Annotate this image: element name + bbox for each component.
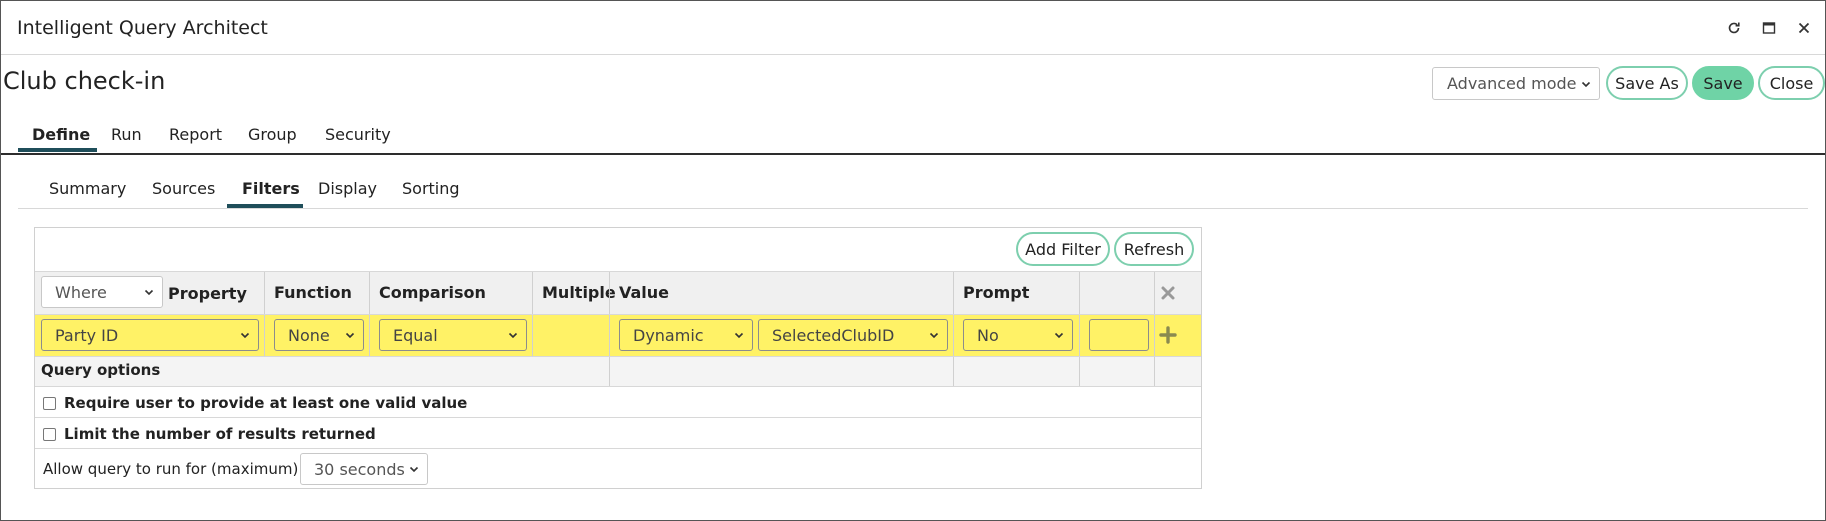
function-select[interactable]: None — [274, 319, 364, 351]
subtab-summary[interactable]: Summary — [49, 179, 126, 198]
property-select-value: Party ID — [55, 325, 119, 345]
delete-filter-icon[interactable] — [1160, 285, 1176, 301]
chevron-down-icon — [1581, 81, 1591, 87]
filter-header-row: Where Property Function Comparison Multi… — [35, 272, 1201, 314]
column-header-multiple: Multiple — [542, 283, 616, 302]
subtab-sources[interactable]: Sources — [152, 179, 215, 198]
function-select-value: None — [288, 325, 330, 345]
save-as-button[interactable]: Save As — [1606, 66, 1688, 100]
tab-run[interactable]: Run — [111, 125, 142, 144]
active-tab-indicator — [18, 148, 97, 152]
subtab-sorting[interactable]: Sorting — [402, 179, 460, 198]
mode-select-value: Advanced mode — [1447, 74, 1577, 93]
column-divider — [1079, 272, 1080, 386]
value-type-select-value: Dynamic — [633, 325, 704, 345]
chevron-down-icon — [508, 332, 518, 339]
subtab-display[interactable]: Display — [318, 179, 377, 198]
comparison-select-value: Equal — [393, 325, 438, 345]
prompt-select-value: No — [977, 325, 999, 345]
close-icon[interactable] — [1794, 18, 1814, 38]
title-bar: Intelligent Query Architect — [1, 1, 1825, 55]
chevron-down-icon — [409, 466, 419, 473]
divider — [35, 417, 1201, 418]
tab-define[interactable]: Define — [32, 125, 90, 144]
add-row-icon[interactable] — [1159, 326, 1177, 344]
main-tabs: Define Run Report Group Security — [1, 115, 1825, 155]
require-valid-value-option: Require user to provide at least one val… — [43, 394, 467, 412]
filters-panel: Add Filter Refresh Where Property Functi… — [34, 227, 1202, 489]
filter-row: Party ID None Equal Dynamic SelectedClub… — [35, 314, 1201, 356]
prompt-select[interactable]: No — [963, 319, 1073, 351]
column-header-comparison: Comparison — [379, 283, 486, 302]
value-select-value: SelectedClubID — [772, 325, 895, 345]
where-select[interactable]: Where — [41, 276, 163, 308]
divider — [35, 448, 1201, 449]
mode-select[interactable]: Advanced mode — [1432, 67, 1600, 100]
chevron-down-icon — [734, 332, 744, 339]
refresh-icon[interactable] — [1724, 18, 1744, 38]
where-select-value: Where — [55, 282, 107, 302]
limit-results-option: Limit the number of results returned — [43, 425, 376, 443]
require-valid-value-checkbox[interactable] — [43, 396, 56, 410]
value-select[interactable]: SelectedClubID — [758, 319, 948, 351]
subtab-filters[interactable]: Filters — [242, 179, 300, 198]
column-header-function: Function — [274, 283, 352, 302]
close-button[interactable]: Close — [1758, 66, 1825, 100]
query-options-header: Query options — [35, 356, 1201, 386]
column-header-property: Property — [168, 284, 247, 303]
query-architect-window: Intelligent Query Architect Club check-i… — [0, 0, 1826, 521]
limit-results-label: Limit the number of results returned — [64, 425, 376, 443]
divider — [35, 314, 1201, 315]
define-subtabs: Summary Sources Filters Display Sorting — [18, 171, 1808, 209]
tab-group[interactable]: Group — [248, 125, 297, 144]
column-divider — [1154, 272, 1155, 386]
column-divider — [953, 272, 954, 386]
extra-input[interactable] — [1089, 319, 1149, 351]
value-type-select[interactable]: Dynamic — [619, 319, 753, 351]
max-run-label: Allow query to run for (maximum) — [43, 460, 299, 478]
comparison-select[interactable]: Equal — [379, 319, 527, 351]
limit-results-checkbox[interactable] — [43, 427, 56, 441]
window-title: Intelligent Query Architect — [17, 17, 268, 39]
divider — [35, 356, 1201, 357]
require-valid-value-label: Require user to provide at least one val… — [64, 394, 468, 412]
divider — [35, 386, 1201, 387]
tab-report[interactable]: Report — [169, 125, 222, 144]
chevron-down-icon — [929, 332, 939, 339]
page-title: Club check-in — [3, 67, 166, 95]
chevron-down-icon — [240, 332, 250, 339]
active-subtab-indicator — [227, 204, 303, 208]
save-button[interactable]: Save — [1692, 66, 1754, 100]
column-header-prompt: Prompt — [963, 283, 1030, 302]
chevron-down-icon — [345, 332, 355, 339]
chevron-down-icon — [1054, 332, 1064, 339]
add-filter-button[interactable]: Add Filter — [1016, 232, 1110, 266]
chevron-down-icon — [144, 289, 154, 296]
column-header-value: Value — [619, 283, 670, 302]
tab-security[interactable]: Security — [325, 125, 391, 144]
max-run-select[interactable]: 30 seconds — [300, 453, 428, 485]
column-divider — [609, 272, 610, 386]
maximize-icon[interactable] — [1759, 18, 1779, 38]
property-select[interactable]: Party ID — [41, 319, 259, 351]
query-options-title: Query options — [41, 361, 161, 379]
max-run-select-value: 30 seconds — [314, 459, 405, 479]
refresh-button[interactable]: Refresh — [1114, 232, 1194, 266]
